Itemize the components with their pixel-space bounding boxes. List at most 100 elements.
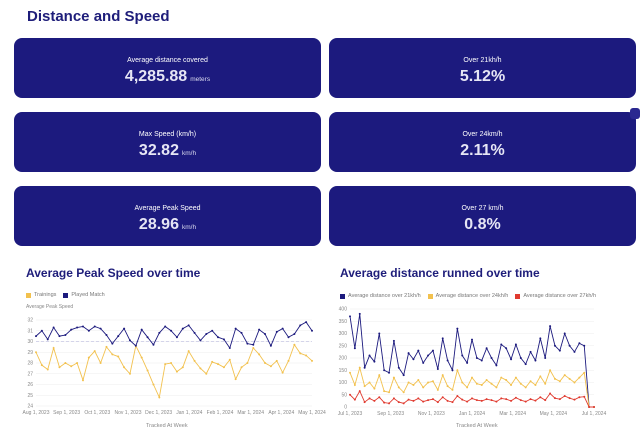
data-point: [529, 380, 532, 383]
data-point: [228, 358, 231, 361]
data-point: [544, 382, 547, 385]
data-point: [480, 399, 483, 402]
scroll-handle[interactable]: [630, 108, 640, 119]
data-point: [35, 335, 37, 338]
data-point: [456, 394, 459, 397]
data-point: [264, 362, 267, 364]
series-line-1: [35, 321, 313, 349]
data-point: [436, 368, 439, 371]
data-point: [480, 383, 483, 386]
data-point: [383, 369, 386, 372]
data-point: [558, 398, 561, 401]
data-point: [383, 401, 386, 404]
stat-label: Over 24km/h: [462, 131, 503, 138]
data-point: [228, 346, 231, 349]
data-point: [471, 397, 473, 400]
data-point: [99, 362, 102, 364]
x-tick-label: Mar 1, 2024: [237, 410, 264, 416]
data-point: [187, 350, 190, 353]
data-point: [544, 357, 547, 359]
y-tick-label: 31: [27, 328, 33, 334]
data-point: [539, 337, 542, 340]
data-point: [407, 381, 410, 384]
y-tick-label: 100: [339, 380, 348, 386]
data-point: [412, 383, 415, 386]
data-point: [81, 325, 84, 328]
data-point: [269, 365, 272, 368]
data-point: [519, 399, 522, 402]
stat-card-over-24: Over 24km/h 2.11%: [329, 112, 636, 172]
data-point: [175, 370, 178, 373]
y-tick-label: 25: [27, 393, 33, 399]
data-point: [305, 354, 308, 357]
x-tick-label: Feb 1, 2024: [207, 410, 234, 416]
data-point: [378, 332, 381, 335]
data-point: [475, 399, 478, 402]
stat-label: Over 21kh/h: [463, 57, 502, 64]
data-point: [563, 394, 566, 397]
x-tick-label: Dec 1, 2023: [145, 410, 172, 416]
data-point: [490, 399, 493, 402]
stat-value: 5.12%: [459, 68, 506, 85]
data-point: [431, 380, 434, 383]
legend-item-over-27[interactable]: Average distance over 27kh/h: [515, 293, 596, 299]
data-point: [441, 374, 444, 377]
data-point: [553, 397, 556, 400]
data-point: [217, 363, 220, 366]
data-point: [402, 402, 405, 405]
data-point: [70, 365, 73, 368]
data-point: [593, 406, 595, 408]
data-point: [99, 327, 102, 330]
legend-item-over-21[interactable]: Average distance over 21kh/h: [340, 293, 421, 299]
data-point: [441, 337, 444, 340]
x-tick-label: Jan 1, 2024: [459, 411, 485, 417]
data-point: [446, 359, 449, 362]
data-point: [456, 369, 459, 372]
data-point: [578, 342, 581, 345]
legend-item-played-match[interactable]: Played Match: [63, 292, 105, 298]
data-point: [544, 399, 547, 402]
data-point: [485, 379, 488, 382]
data-point: [466, 400, 469, 403]
data-point: [349, 371, 351, 374]
stat-value: 0.8%: [464, 216, 501, 233]
data-point: [578, 396, 581, 399]
data-point: [287, 336, 290, 339]
data-point: [373, 387, 376, 390]
y-axis-label: Average Peak Speed: [26, 304, 74, 310]
data-point: [293, 343, 296, 346]
data-point: [275, 330, 278, 333]
data-point: [181, 327, 184, 330]
data-point: [514, 396, 517, 399]
x-tick-label: Nov 1, 2023: [418, 411, 445, 417]
data-point: [311, 329, 313, 332]
data-point: [417, 349, 420, 352]
data-point: [568, 344, 571, 347]
data-point: [117, 355, 120, 358]
y-tick-label: 28: [27, 361, 33, 367]
data-point: [402, 391, 405, 394]
legend-item-trainings[interactable]: Trainings: [26, 292, 56, 298]
data-point: [87, 329, 90, 332]
y-tick-label: 400: [339, 307, 348, 313]
data-point: [422, 361, 425, 364]
data-point: [170, 362, 173, 364]
x-tick-label: Oct 1, 2023: [84, 410, 110, 416]
data-point: [378, 374, 381, 377]
data-point: [397, 386, 400, 389]
data-point: [187, 324, 190, 327]
data-point: [246, 342, 249, 345]
data-point: [353, 398, 356, 401]
data-point: [158, 396, 161, 399]
data-point: [505, 398, 508, 401]
legend-item-over-24[interactable]: Average distance over 24kh/h: [427, 293, 508, 299]
data-point: [417, 379, 420, 382]
x-axis-title: Tracked At Week: [146, 423, 188, 429]
data-point: [264, 332, 267, 335]
data-point: [388, 391, 391, 394]
data-point: [485, 347, 488, 350]
data-point: [573, 398, 576, 401]
x-tick-label: Nov 1, 2023: [115, 410, 142, 416]
data-point: [58, 335, 61, 338]
x-tick-label: Sep 1, 2023: [377, 411, 404, 417]
